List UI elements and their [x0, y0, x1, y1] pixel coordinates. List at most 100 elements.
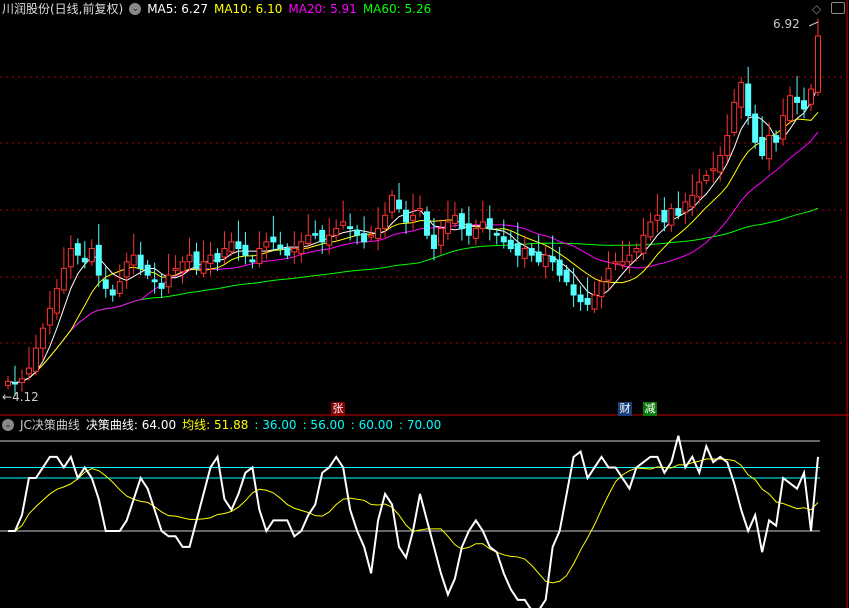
candle-body	[60, 267, 67, 291]
candle-body	[214, 253, 221, 263]
stock-title: 川润股份(日线,前复权)	[2, 2, 124, 16]
candle-body	[53, 287, 60, 314]
candle-body	[95, 244, 102, 276]
curve-value: 决策曲线: 64.00	[85, 418, 177, 432]
candle-body	[25, 367, 32, 375]
indicator-name: JC决策曲线	[20, 418, 80, 432]
ma60-label: MA60: 5.26	[362, 2, 432, 16]
candle-body	[46, 307, 53, 326]
candle-body	[668, 208, 675, 226]
max-price-label: 6.92	[773, 17, 800, 31]
candle-body	[340, 221, 347, 226]
candle-body	[256, 248, 263, 264]
candle-body	[633, 248, 640, 253]
level-36: : 36.00	[254, 418, 297, 432]
candle-body	[5, 380, 11, 386]
candle-body	[563, 269, 570, 283]
level-56: : 56.00	[302, 418, 345, 432]
candle-body	[521, 248, 528, 259]
max-arrow	[808, 21, 819, 27]
candle-body	[794, 96, 801, 103]
candle-body	[333, 228, 340, 236]
candle-body	[619, 261, 626, 266]
candle-body	[109, 289, 116, 296]
candle-body	[437, 228, 444, 246]
main-chart-header: 川润股份(日线,前复权) ⌄ MA5: 6.27 MA10: 6.10 MA20…	[2, 1, 431, 17]
chevron-down-icon[interactable]: ⌄	[2, 419, 14, 431]
candle-body	[682, 201, 689, 213]
candle-body	[640, 234, 647, 254]
candle-body	[67, 248, 74, 268]
level-60: : 60.00	[350, 418, 394, 432]
candle-body	[759, 136, 766, 157]
candle-body	[298, 241, 305, 254]
candle-body	[500, 236, 507, 243]
candle-body	[626, 254, 633, 263]
candle-body	[396, 199, 403, 210]
candle-body	[472, 228, 479, 239]
candle-body	[696, 181, 703, 198]
candle-body	[605, 267, 612, 281]
candle-body	[787, 95, 794, 121]
candle-body	[284, 248, 291, 256]
candle-body	[661, 210, 668, 223]
marker-zhang[interactable]: 张	[331, 402, 345, 416]
candle-body	[444, 221, 451, 234]
candle-body	[612, 261, 619, 265]
candle-body	[724, 135, 731, 157]
candle-body	[165, 274, 172, 288]
candle-body	[507, 239, 514, 250]
candle-body	[368, 234, 375, 238]
candle-body	[39, 327, 46, 349]
ma20-label: MA20: 5.91	[288, 2, 357, 16]
candle-body	[717, 155, 724, 173]
candle-body	[549, 256, 556, 263]
marker-jian[interactable]: 减	[643, 402, 657, 416]
marker-cai[interactable]: 财	[618, 402, 632, 416]
candle-body	[207, 254, 214, 264]
min-price-value: 4.12	[12, 390, 39, 404]
panel-toggle-icon[interactable]	[831, 2, 845, 14]
candle-body	[745, 83, 752, 117]
candle-body	[116, 281, 123, 294]
candle-body	[81, 257, 88, 263]
candle-body	[773, 135, 780, 143]
candle-body	[130, 254, 137, 266]
candle-body	[389, 194, 396, 213]
candle-body	[738, 81, 745, 108]
candle-body	[584, 297, 591, 305]
chevron-down-icon[interactable]: ⌄	[129, 3, 142, 15]
ma5-label: MA5: 6.27	[147, 2, 208, 16]
candle-body	[277, 244, 284, 250]
candle-body	[689, 194, 696, 208]
chart-canvas	[0, 0, 849, 608]
candle-body	[11, 382, 18, 385]
candle-body	[137, 254, 144, 269]
candle-body	[354, 229, 361, 236]
candle-body	[172, 267, 179, 271]
candle-body	[780, 115, 787, 140]
candle-body	[102, 279, 109, 289]
candle-body	[710, 168, 717, 172]
candle-body	[752, 113, 759, 143]
ma20-line	[7, 131, 819, 384]
candle-body	[144, 264, 151, 276]
candle-body	[242, 244, 249, 256]
candle-body	[305, 234, 312, 244]
ma10-line	[7, 112, 819, 384]
ma5-line	[7, 86, 819, 384]
candle-body	[158, 282, 165, 289]
candle-body	[32, 347, 39, 372]
ma60-line	[7, 207, 819, 384]
diamond-icon[interactable]: ◇	[812, 2, 821, 16]
candle-body	[801, 100, 808, 110]
candle-body	[193, 251, 200, 269]
candle-body	[416, 208, 423, 212]
candle-body	[598, 281, 605, 298]
candle-body	[542, 254, 549, 268]
candle-body	[430, 234, 437, 250]
candle-body	[291, 248, 298, 253]
candle-body	[74, 243, 81, 256]
candle-body	[186, 254, 193, 263]
candle-body	[591, 294, 598, 310]
